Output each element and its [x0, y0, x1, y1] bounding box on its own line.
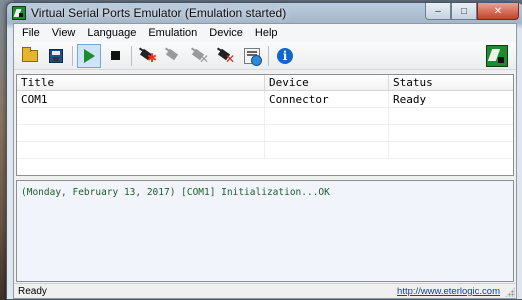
resize-grip[interactable]	[505, 287, 515, 297]
menu-emulation[interactable]: Emulation	[142, 24, 203, 42]
client-area: File View Language Emulation Device Help	[13, 23, 517, 299]
start-emulation-icon	[83, 48, 95, 63]
toolbar-separator	[72, 45, 73, 66]
open-button[interactable]	[18, 44, 42, 68]
column-header-title[interactable]: Title	[17, 75, 265, 90]
close-button[interactable]: ✕	[477, 3, 519, 20]
menu-file[interactable]: File	[16, 24, 46, 42]
delete-device-button[interactable]: ✕	[214, 44, 238, 68]
device-plug-icon: ✕	[190, 46, 209, 65]
open-folder-icon	[22, 46, 38, 62]
status-bar: Ready http://www.eterlogic.com	[14, 283, 516, 298]
table-row[interactable]: COM1 Connector Ready	[17, 91, 513, 108]
list-header: Title Device Status	[17, 75, 513, 91]
empty-row	[17, 142, 513, 159]
vspe-logo-icon	[486, 45, 508, 67]
save-icon	[49, 48, 63, 63]
log-panel[interactable]: (Monday, February 13, 2017) [COM1] Initi…	[16, 180, 514, 282]
device-list[interactable]: Title Device Status COM1 Connector Ready	[16, 74, 514, 176]
column-header-status[interactable]: Status	[389, 75, 513, 90]
settings-button[interactable]	[240, 44, 264, 68]
minimize-button[interactable]: –	[425, 3, 451, 20]
cell-title: COM1	[17, 91, 265, 107]
menu-help[interactable]: Help	[249, 24, 284, 42]
device-plug-button[interactable]: ✕	[188, 44, 212, 68]
caption-buttons: – □ ✕	[425, 3, 519, 21]
settings-icon	[244, 47, 262, 66]
cell-device: Connector	[265, 91, 389, 107]
create-device-icon: ✱	[138, 46, 157, 64]
info-button[interactable]: i	[273, 44, 297, 68]
column-header-device[interactable]: Device	[265, 75, 389, 90]
empty-row	[17, 125, 513, 142]
maximize-button[interactable]: □	[451, 3, 477, 20]
window-title: Virtual Serial Ports Emulator (Emulation…	[31, 6, 287, 20]
info-icon: i	[277, 47, 293, 64]
save-button[interactable]	[44, 44, 68, 68]
status-text: Ready	[18, 285, 47, 297]
toolbar-separator	[268, 45, 269, 66]
cell-status: Ready	[393, 93, 427, 106]
menu-bar: File View Language Emulation Device Help	[14, 24, 516, 42]
start-emulation-button[interactable]	[77, 43, 101, 68]
menu-view[interactable]: View	[46, 24, 82, 42]
website-link[interactable]: http://www.eterlogic.com	[397, 286, 500, 297]
app-icon[interactable]	[12, 6, 26, 20]
stop-emulation-button[interactable]	[103, 44, 127, 68]
stop-emulation-icon	[110, 51, 120, 60]
menu-device[interactable]: Device	[203, 24, 249, 42]
app-window: Virtual Serial Ports Emulator (Emulation…	[6, 2, 522, 300]
toolbar: ✱ ✕ ✕ i	[14, 42, 516, 70]
menu-language[interactable]: Language	[81, 24, 142, 42]
title-bar[interactable]: Virtual Serial Ports Emulator (Emulation…	[7, 3, 522, 23]
edit-device-icon	[164, 46, 183, 64]
create-device-button[interactable]: ✱	[136, 44, 160, 68]
toolbar-separator	[131, 45, 132, 66]
log-line: (Monday, February 13, 2017) [COM1] Initi…	[21, 187, 330, 198]
empty-row	[17, 108, 513, 125]
delete-device-icon: ✕	[216, 46, 235, 65]
edit-device-button[interactable]	[162, 44, 186, 68]
